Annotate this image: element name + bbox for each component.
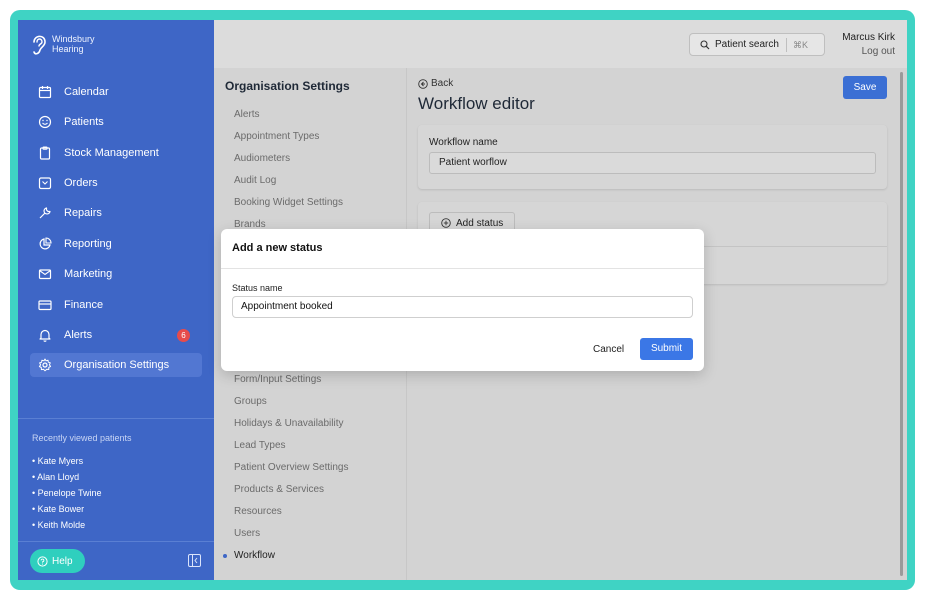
settings-item-appointment-types[interactable]: Appointment Types xyxy=(234,131,319,142)
sidebar-item-label: Reporting xyxy=(64,238,112,250)
settings-item-form-input-settings[interactable]: Form/Input Settings xyxy=(234,374,321,385)
plus-circle-icon xyxy=(441,218,451,228)
logout-link[interactable]: Log out xyxy=(862,46,895,57)
smiley-icon xyxy=(38,115,52,129)
sidebar-item-calendar[interactable]: Calendar xyxy=(30,80,202,104)
sidebar-item-marketing[interactable]: Marketing xyxy=(30,262,202,286)
active-indicator-dot xyxy=(223,554,227,558)
back-link[interactable]: Back xyxy=(418,78,453,89)
wrench-icon xyxy=(38,206,52,220)
settings-item-resources[interactable]: Resources xyxy=(234,506,282,517)
recent-patients-heading: Recently viewed patients xyxy=(32,433,132,443)
settings-item-holidays[interactable]: Holidays & Unavailability xyxy=(234,418,344,429)
back-label: Back xyxy=(431,78,454,89)
top-bar: Patient search ⌘K Marcus Kirk Log out xyxy=(214,20,907,68)
sidebar-item-finance[interactable]: Finance xyxy=(30,293,202,317)
sidebar-divider xyxy=(18,541,214,542)
sidebar-item-label: Repairs xyxy=(64,207,102,219)
sidebar-item-label: Orders xyxy=(64,177,98,189)
add-status-label: Add status xyxy=(456,217,504,229)
settings-item-lead-types[interactable]: Lead Types xyxy=(234,440,286,451)
collapse-sidebar-icon[interactable] xyxy=(188,554,201,567)
submit-button[interactable]: Submit xyxy=(640,338,693,360)
settings-menu-title: Organisation Settings xyxy=(225,79,350,93)
settings-item-users[interactable]: Users xyxy=(234,528,260,539)
sidebar-item-label: Organisation Settings xyxy=(64,359,170,371)
sidebar-item-label: Patients xyxy=(64,116,104,128)
app-window: Windsbury Hearing Calendar Patients Stoc… xyxy=(18,20,907,580)
sidebar-divider xyxy=(18,418,214,419)
clipboard-icon xyxy=(38,146,52,160)
search-icon xyxy=(700,39,710,49)
mail-icon xyxy=(38,267,52,281)
sidebar-item-orders[interactable]: Orders xyxy=(30,171,202,195)
sidebar-item-patients[interactable]: Patients xyxy=(30,110,202,134)
alerts-count-badge: 6 xyxy=(177,329,190,342)
sidebar-item-label: Calendar xyxy=(64,86,109,98)
user-name: Marcus Kirk xyxy=(842,32,895,43)
sidebar-item-reporting[interactable]: Reporting xyxy=(30,232,202,256)
cancel-button[interactable]: Cancel xyxy=(593,344,624,355)
credit-card-icon xyxy=(38,298,52,312)
inbox-icon xyxy=(38,176,52,190)
settings-item-audit-log[interactable]: Audit Log xyxy=(234,175,276,186)
modal-title: Add a new status xyxy=(232,242,323,254)
sidebar-item-label: Stock Management xyxy=(64,147,159,159)
settings-item-groups[interactable]: Groups xyxy=(234,396,267,407)
status-name-label: Status name xyxy=(232,283,283,293)
gear-icon xyxy=(38,358,52,372)
bell-icon xyxy=(38,328,52,342)
settings-item-booking-widget-settings[interactable]: Booking Widget Settings xyxy=(234,197,343,208)
help-label: Help xyxy=(52,555,73,567)
add-status-modal: Add a new status Status name Appointment… xyxy=(221,229,704,371)
recent-patients-list: • Kate Myers • Alan Lloyd • Penelope Twi… xyxy=(32,453,102,533)
status-name-input[interactable]: Appointment booked xyxy=(232,296,693,318)
sidebar-item-alerts[interactable]: Alerts 6 xyxy=(30,323,202,347)
settings-item-patient-overview-settings[interactable]: Patient Overview Settings xyxy=(234,462,349,473)
calendar-icon xyxy=(38,85,52,99)
sidebar-item-label: Marketing xyxy=(64,268,113,280)
sidebar: Windsbury Hearing Calendar Patients Stoc… xyxy=(18,20,214,580)
recent-patient-link[interactable]: • Kate Myers xyxy=(32,453,102,469)
recent-patient-link[interactable]: • Keith Molde xyxy=(32,517,102,533)
sidebar-item-label: Alerts xyxy=(64,329,93,341)
modal-divider xyxy=(221,268,704,269)
pie-chart-icon xyxy=(38,237,52,251)
sidebar-item-repairs[interactable]: Repairs xyxy=(30,201,202,225)
settings-item-workflow[interactable]: Workflow xyxy=(234,550,275,561)
help-button[interactable]: Help xyxy=(30,549,85,573)
help-icon xyxy=(37,555,48,567)
save-button[interactable]: Save xyxy=(843,76,887,99)
workflow-name-label: Workflow name xyxy=(429,137,498,148)
ear-logo-icon xyxy=(33,35,46,55)
search-shortcut-hint: ⌘K xyxy=(785,37,808,52)
search-label: Patient search xyxy=(715,39,779,50)
workflow-name-input[interactable]: Patient worflow xyxy=(429,152,876,174)
sidebar-item-organisation-settings[interactable]: Organisation Settings xyxy=(30,353,202,377)
patient-search-button[interactable]: Patient search ⌘K xyxy=(689,33,825,56)
page-scrollbar[interactable] xyxy=(900,72,903,576)
settings-item-products-services[interactable]: Products & Services xyxy=(234,484,324,495)
brand-name: Windsbury Hearing xyxy=(52,34,95,54)
brand-logo[interactable]: Windsbury Hearing xyxy=(30,31,95,57)
settings-item-audiometers[interactable]: Audiometers xyxy=(234,153,290,164)
brand-name-line2: Hearing xyxy=(52,44,84,54)
workflow-name-card: Workflow name Patient worflow xyxy=(418,125,887,189)
recent-patient-link[interactable]: • Alan Lloyd xyxy=(32,469,102,485)
sidebar-item-stock-management[interactable]: Stock Management xyxy=(30,141,202,165)
settings-item-alerts[interactable]: Alerts xyxy=(234,109,260,120)
brand-name-line1: Windsbury xyxy=(52,34,95,44)
recent-patient-link[interactable]: • Penelope Twine xyxy=(32,485,102,501)
recent-patient-link[interactable]: • Kate Bower xyxy=(32,501,102,517)
page-title: Workflow editor xyxy=(418,94,535,113)
back-arrow-icon xyxy=(418,78,428,89)
sidebar-item-label: Finance xyxy=(64,299,104,311)
